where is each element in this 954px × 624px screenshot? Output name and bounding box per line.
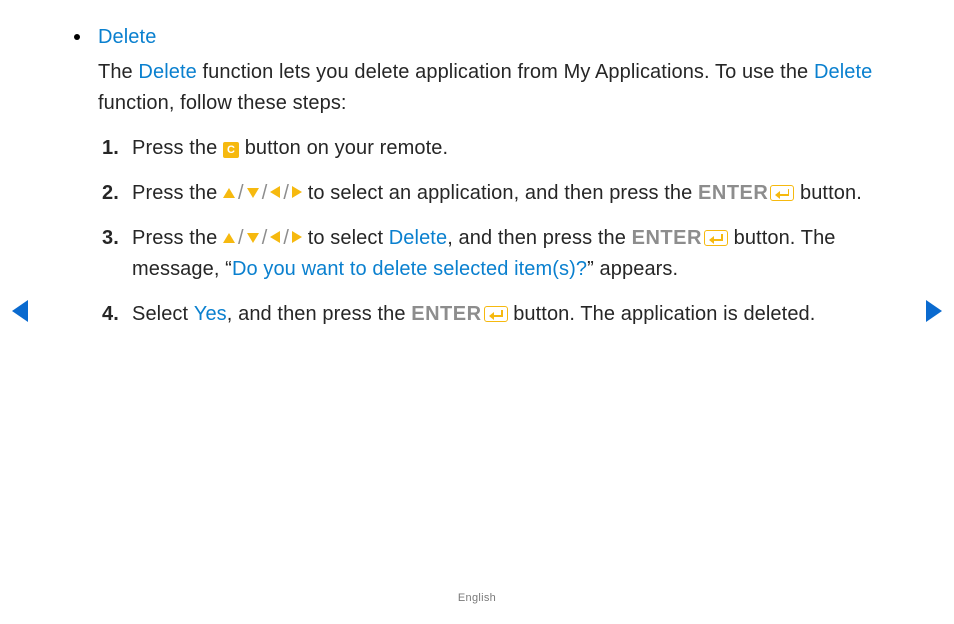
- enter-label: ENTER: [632, 227, 702, 249]
- arrow-right-icon: [292, 231, 302, 243]
- text: function, follow these steps:: [98, 92, 347, 114]
- text: button.: [794, 182, 862, 204]
- text: button on your remote.: [239, 137, 448, 159]
- step-2: Press the / / / to select an application, …: [132, 178, 890, 209]
- confirmation-message: Do you want to delete selected item(s)?: [232, 258, 587, 280]
- text: The: [98, 61, 138, 83]
- keyword-delete: Delete: [389, 227, 447, 249]
- enter-label: ENTER: [698, 182, 768, 204]
- separator: /: [235, 182, 247, 204]
- section-heading: Delete: [98, 26, 156, 48]
- bullet-icon: [74, 34, 80, 40]
- text: Press the: [132, 137, 223, 159]
- text: , and then press the: [447, 227, 631, 249]
- arrow-up-icon: [223, 188, 235, 198]
- text: Select: [132, 303, 194, 325]
- text: button. The application is deleted.: [508, 303, 816, 325]
- manual-page: Delete The Delete function lets you dele…: [0, 0, 954, 624]
- text: Press the: [132, 182, 223, 204]
- intro-paragraph: The Delete function lets you delete appl…: [98, 57, 890, 119]
- step-3: Press the / / / to select Delete, and then…: [132, 223, 890, 285]
- arrow-down-icon: [247, 188, 259, 198]
- text: to select an application, and then press…: [302, 182, 698, 204]
- steps-list: Press the C button on your remote. Press…: [98, 133, 890, 330]
- arrow-up-icon: [223, 233, 235, 243]
- footer-language: English: [0, 592, 954, 604]
- arrow-left-icon: [270, 186, 280, 198]
- arrow-left-icon: [270, 231, 280, 243]
- enter-icon: [484, 306, 508, 322]
- text: Press the: [132, 227, 223, 249]
- text: to select: [302, 227, 389, 249]
- enter-label: ENTER: [411, 303, 481, 325]
- arrow-down-icon: [247, 233, 259, 243]
- step-1: Press the C button on your remote.: [132, 133, 890, 164]
- keyword-yes: Yes: [194, 303, 227, 325]
- page-content: Delete The Delete function lets you dele…: [64, 22, 890, 330]
- prev-page-button[interactable]: [12, 300, 28, 322]
- arrow-right-icon: [292, 186, 302, 198]
- text: function lets you delete application fro…: [197, 61, 814, 83]
- enter-icon: [770, 185, 794, 201]
- text: , and then press the: [227, 303, 411, 325]
- keyword-delete: Delete: [814, 61, 872, 83]
- separator: /: [235, 227, 247, 249]
- separator: /: [280, 182, 292, 204]
- separator: /: [280, 227, 292, 249]
- enter-icon: [704, 230, 728, 246]
- keyword-delete: Delete: [138, 61, 196, 83]
- c-button-icon: C: [223, 142, 239, 158]
- section-bullet: Delete: [98, 22, 890, 53]
- separator: /: [259, 182, 271, 204]
- next-page-button[interactable]: [926, 300, 942, 322]
- step-4: Select Yes, and then press the ENTER but…: [132, 299, 890, 330]
- separator: /: [259, 227, 271, 249]
- text: ” appears.: [587, 258, 678, 280]
